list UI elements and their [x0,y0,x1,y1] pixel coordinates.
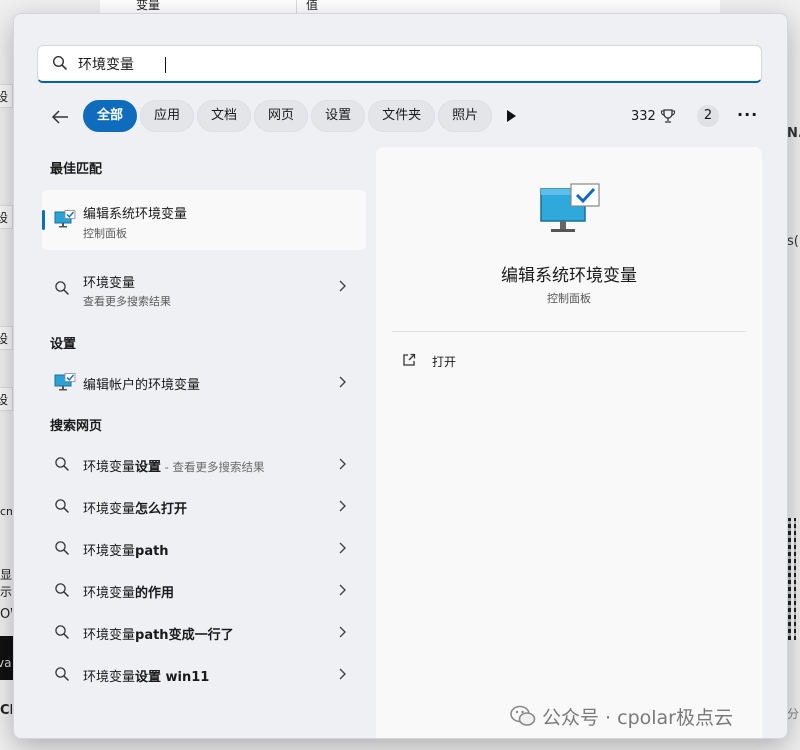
best-match-heading: 最佳匹配 [50,162,103,177]
web-result-item[interactable]: 环境变量设置 win11 [42,655,366,695]
search-icon [54,540,70,560]
preview-pane: 编辑系统环境变量 控制面板 打开 [376,147,762,738]
filter-bar: 全部 应用 文档 网页 设置 文件夹 照片 332 2 ··· [14,100,787,134]
filter-chip-documents[interactable]: 文档 [197,100,252,132]
account-badge[interactable]: 2 [697,105,719,127]
web-search-heading: 搜索网页 [50,419,103,434]
open-action-label: 打开 [432,355,457,369]
watermark: 公众号 · cpolar极点云 [510,703,733,732]
bg-right-text: s(L [787,234,800,249]
best-match-title: 编辑系统环境变量 [83,207,188,222]
preview-divider [392,331,746,332]
wechat-icon [510,705,536,732]
monitor-check-icon [539,183,601,243]
monitor-check-icon [54,210,76,234]
preview-subtitle: 控制面板 [547,292,591,305]
bg-left-button: 设 [0,205,13,229]
chevron-right-icon [338,668,346,684]
bg-right-text: 分 [787,707,800,721]
web-result-item[interactable]: 环境变量path [42,529,366,569]
web-result-title: 环境变量path [83,544,169,559]
bg-left-text: cm [0,505,12,518]
web-result-title: 环境变量path变成一行了 [83,628,234,643]
chevron-right-icon [338,626,346,642]
web-result-title: 环境变量的作用 [83,586,175,601]
open-action[interactable]: 打开 [402,351,522,373]
bg-left-text: CE [0,703,12,718]
bg-left-button: 设 [0,326,13,350]
bg-col-separator [296,0,297,14]
web-result-item[interactable]: 环境变量怎么打开 [42,487,366,527]
bg-right-text: N. [787,126,800,141]
search-box[interactable] [37,45,762,83]
search-icon [54,280,70,300]
search-query-title: 环境变量 [83,276,136,291]
search-icon [54,624,70,644]
settings-item[interactable]: 编辑帐户的环境变量 [42,363,366,403]
best-match-subtitle: 控制面板 [83,227,127,240]
chevron-right-icon [338,376,346,392]
back-arrow-icon[interactable] [50,107,72,127]
filter-chip-settings[interactable]: 设置 [311,100,366,132]
monitor-check-icon [54,373,76,397]
search-query-subtitle: 查看更多搜索结果 [83,295,171,308]
search-input[interactable] [78,53,728,75]
web-result-item[interactable]: 环境变量path变成一行了 [42,613,366,653]
rewards-points: 332 [631,109,656,124]
bg-col-variable: 变量 [136,0,161,12]
search-icon [54,498,70,518]
bg-left-text: OW [0,607,12,622]
filter-chip-web[interactable]: 网页 [254,100,309,132]
settings-item-title: 编辑帐户的环境变量 [83,378,201,393]
best-match-item[interactable]: 编辑系统环境变量 控制面板 [42,190,366,250]
settings-heading: 设置 [50,337,77,352]
chevron-right-icon [338,280,346,296]
search-query-item[interactable]: 环境变量 查看更多搜索结果 [42,265,366,308]
filter-chips: 全部 应用 文档 网页 设置 文件夹 照片 [83,100,493,132]
web-result-title: 环境变量怎么打开 [83,502,188,517]
bg-left-button: 设 [0,84,13,108]
chevron-right-icon [338,500,346,516]
bg-dark-block: va [0,636,13,680]
bg-left-button: 设 [0,387,13,411]
bg-left-text: 显示 [0,568,12,599]
filter-chip-all[interactable]: 全部 [83,100,138,132]
rewards-trophy-icon[interactable] [660,108,676,128]
preview-title: 编辑系统环境变量 [501,266,637,286]
start-search-panel: 全部 应用 文档 网页 设置 文件夹 照片 332 2 ··· 最佳匹配 编辑系… [13,13,788,739]
search-icon [54,666,70,686]
web-result-item[interactable]: 环境变量的作用 [42,571,366,611]
search-icon [54,582,70,602]
watermark-text: 公众号 · cpolar极点云 [542,707,733,729]
more-options-button[interactable]: ··· [737,105,758,124]
web-result-item[interactable]: 环境变量设置 - 查看更多搜索结果 [42,445,366,485]
bg-col-value: 值 [306,0,319,12]
filter-chip-apps[interactable]: 应用 [140,100,195,132]
filter-chip-folders[interactable]: 文件夹 [368,100,436,132]
chevron-right-icon [338,584,346,600]
web-result-title: 环境变量设置 - 查看更多搜索结果 [83,460,265,475]
chevron-right-icon [338,542,346,558]
chevron-right-icon [338,458,346,474]
text-caret [165,57,166,73]
search-icon [52,55,68,75]
open-external-icon [402,353,416,371]
web-result-title: 环境变量设置 win11 [83,670,210,685]
more-filters-play-icon[interactable] [505,109,517,127]
search-icon [54,456,70,476]
filter-chip-photos[interactable]: 照片 [438,100,493,132]
